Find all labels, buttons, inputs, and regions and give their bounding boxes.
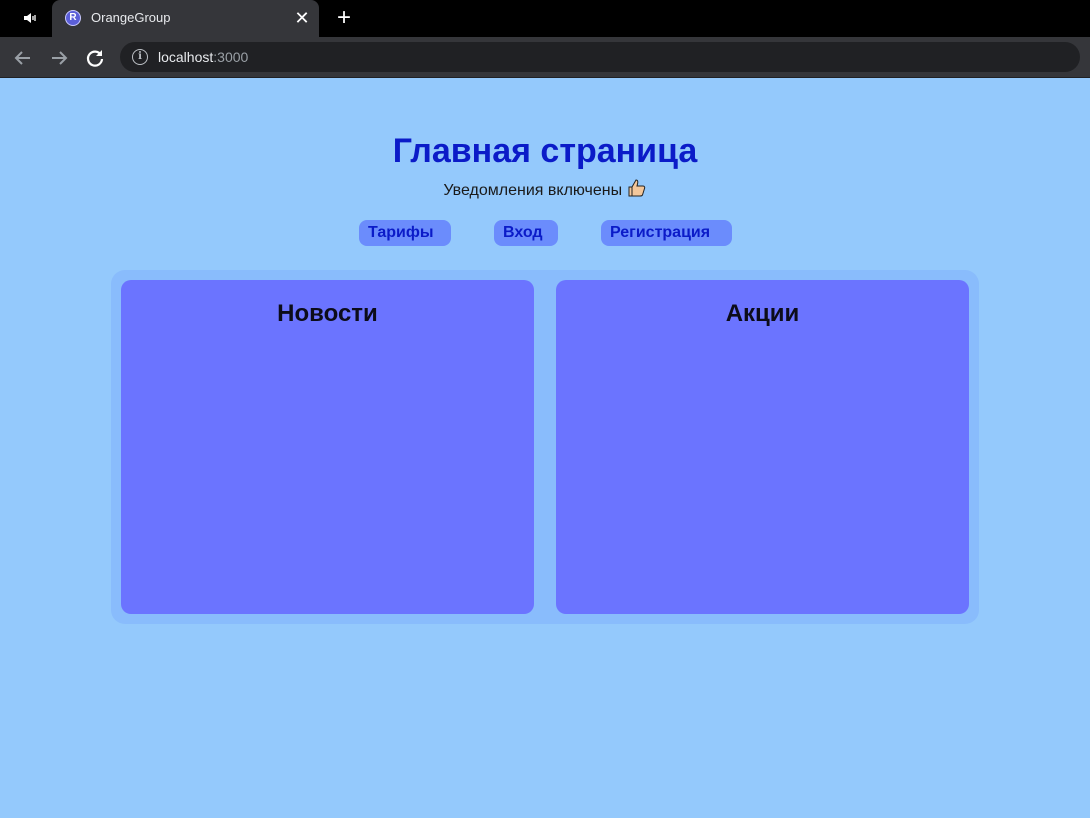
close-icon[interactable]: ✕ [292,8,312,28]
reload-icon[interactable] [83,46,107,70]
mute-icon[interactable] [22,10,40,26]
tab-title: OrangeGroup [91,10,171,25]
url-host: localhost [158,49,214,65]
favicon-icon: R [65,10,81,26]
nav-link-login[interactable]: Вход [494,220,558,246]
forward-arrow-icon[interactable] [47,46,71,70]
promotions-card: Акции [556,280,969,614]
nav-link-register[interactable]: Регистрация [601,220,732,246]
url-text: localhost:3000 [158,49,248,65]
news-card: Новости [121,280,534,614]
browser-tab[interactable]: R OrangeGroup ✕ [52,0,319,37]
browser-toolbar: i localhost:3000 [0,37,1090,78]
page-title: Главная страница [392,132,698,170]
nav-link-tariffs[interactable]: Тарифы [359,220,451,246]
notification-status-text: Уведомления включены [443,182,623,199]
promotions-card-title: Акции [725,300,800,327]
back-arrow-icon[interactable] [11,46,35,70]
plus-icon[interactable]: + [332,6,356,30]
thumbs-up-icon [628,179,645,197]
address-bar[interactable]: i localhost:3000 [120,42,1080,72]
news-card-title: Новости [277,300,378,327]
tab-strip: R OrangeGroup ✕ + [0,0,1090,37]
notification-status: Уведомления включены [0,178,1090,200]
info-icon[interactable]: i [132,49,148,65]
url-port: :3000 [213,49,249,65]
